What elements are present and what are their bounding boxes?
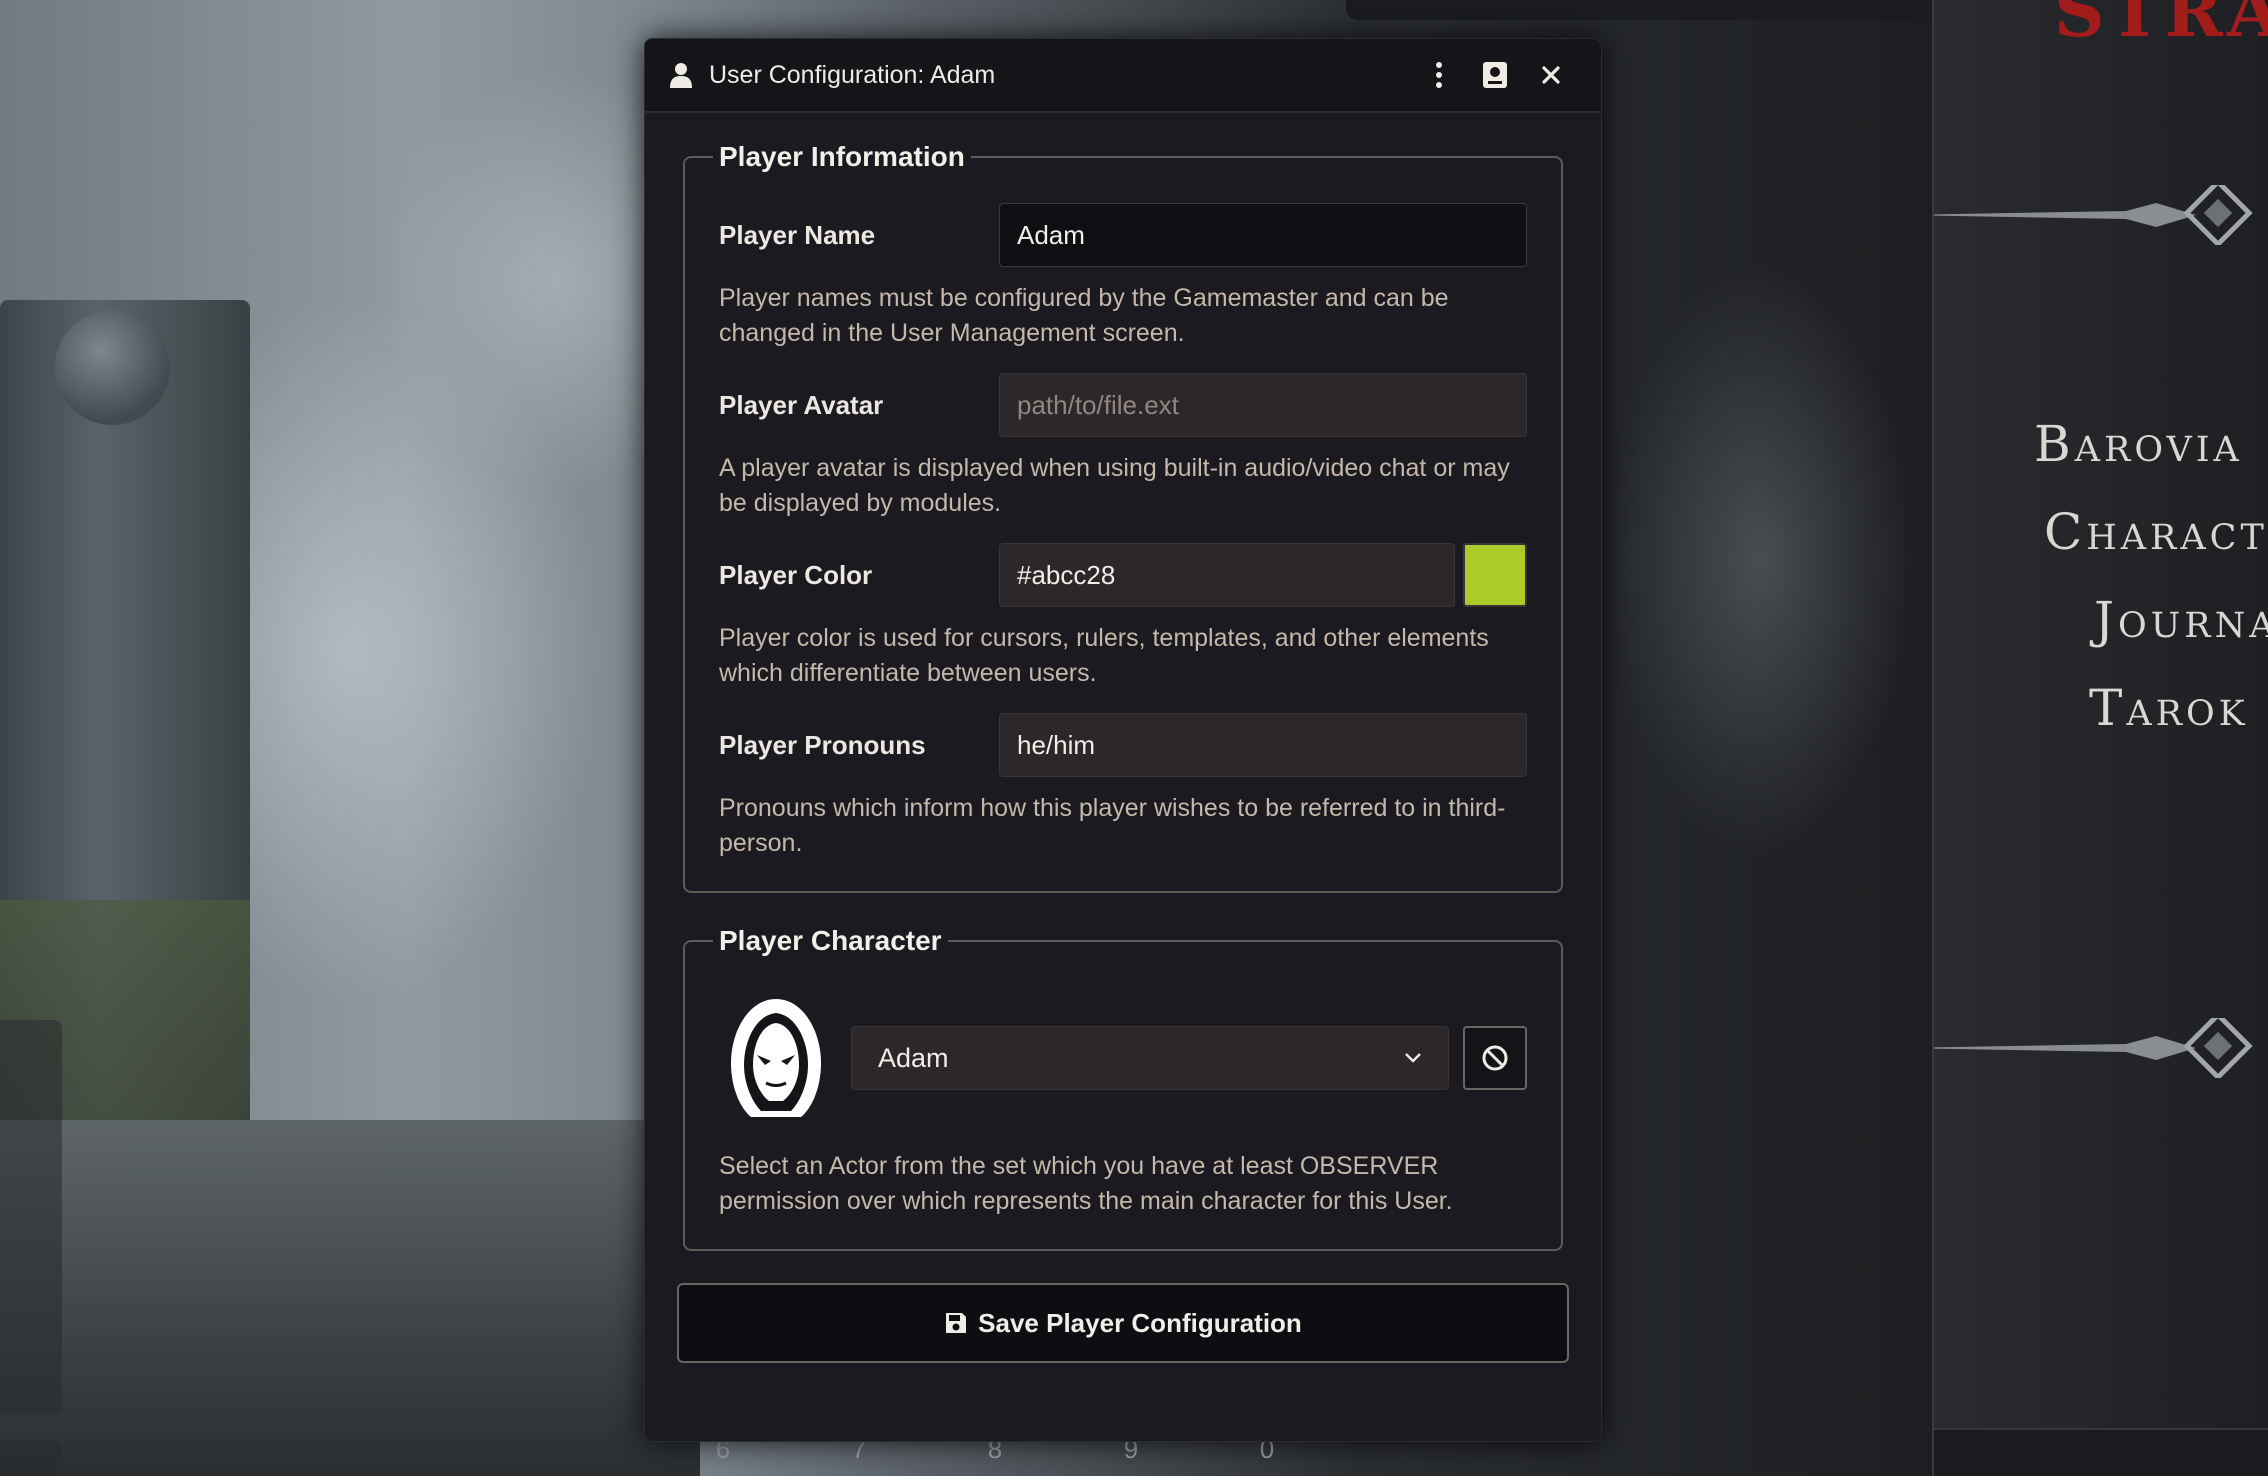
player-pronouns-hint: Pronouns which inform how this player wi…: [719, 794, 1506, 857]
hooded-character-avatar-icon: [731, 999, 821, 1117]
journal-sidebar: STRA Barovia Charact Journa Tarok: [1932, 0, 2268, 1476]
clear-character-button[interactable]: [1463, 1026, 1527, 1090]
sheet-config-icon[interactable]: [1467, 55, 1523, 95]
user-configuration-dialog: User Configuration: Adam Player Informat…: [644, 38, 1602, 1442]
player-character-hint: Select an Actor from the set which you h…: [719, 1152, 1453, 1215]
player-name-hint: Player names must be configured by the G…: [719, 284, 1449, 347]
sidebar-item-journal[interactable]: Journa: [1934, 576, 2268, 664]
player-avatar-input[interactable]: path/to/file.ext: [999, 373, 1527, 437]
player-color-input[interactable]: #abcc28: [999, 543, 1455, 607]
close-icon[interactable]: [1523, 55, 1579, 95]
dialog-title: User Configuration: Adam: [709, 60, 996, 89]
player-character-row: Adam: [719, 993, 1527, 1123]
chevron-down-icon: [1405, 1053, 1421, 1063]
sidebar-item-tarokka[interactable]: Tarok: [1934, 664, 2268, 752]
player-pronouns-label: Player Pronouns: [719, 729, 926, 760]
sidebar-brand-title: STRA: [2054, 0, 2268, 53]
kebab-menu-icon[interactable]: [1411, 55, 1467, 95]
player-name-row: Player Name Adam: [719, 203, 1527, 267]
dialog-body: Player Information Player Name Adam Play…: [645, 113, 1601, 1363]
left-side-panel-lower[interactable]: [0, 1440, 62, 1476]
player-avatar-row: Player Avatar path/to/file.ext: [719, 373, 1527, 437]
player-character-section: Player Character Adam Select an Actor fr…: [683, 925, 1563, 1251]
background-pillar-orb: [55, 310, 170, 425]
dialog-header[interactable]: User Configuration: Adam: [645, 39, 1601, 113]
ornament-divider-bottom: [1934, 1018, 2253, 1078]
player-color-label: Player Color: [719, 559, 873, 590]
top-navigation-bar[interactable]: [1346, 0, 2016, 20]
player-color-row: Player Color #abcc28: [719, 543, 1527, 607]
left-side-panel[interactable]: [0, 1020, 62, 1415]
sidebar-item-characters[interactable]: Charact: [1934, 488, 2268, 576]
ornament-divider-top: [1934, 185, 2253, 245]
player-character-legend: Player Character: [719, 925, 942, 956]
background-statue-area: [1600, 0, 1932, 1476]
save-icon: [946, 1313, 967, 1333]
player-avatar-label: Player Avatar: [719, 389, 884, 420]
ban-icon: [1482, 1045, 1508, 1071]
player-name-input[interactable]: Adam: [999, 203, 1527, 267]
player-character-select[interactable]: Adam: [851, 1026, 1449, 1090]
background-ground: [0, 1120, 700, 1476]
player-information-section: Player Information Player Name Adam Play…: [683, 141, 1563, 893]
player-pronouns-row: Player Pronouns he/him: [719, 713, 1527, 777]
sidebar-item-barovia[interactable]: Barovia: [1934, 400, 2268, 488]
sidebar-footer: [1934, 1428, 2268, 1476]
player-pronouns-input[interactable]: he/him: [999, 713, 1527, 777]
player-character-selected-value: Adam: [878, 1042, 949, 1073]
user-icon: [667, 61, 695, 89]
player-color-hint: Player color is used for cursors, rulers…: [719, 624, 1489, 687]
sidebar-menu: Barovia Charact Journa Tarok: [1934, 400, 2268, 752]
player-information-legend: Player Information: [719, 141, 965, 172]
player-avatar-hint: A player avatar is displayed when using …: [719, 454, 1510, 517]
player-name-label: Player Name: [719, 219, 876, 250]
save-player-configuration-button[interactable]: Save Player Configuration: [677, 1283, 1569, 1363]
player-color-swatch[interactable]: [1463, 543, 1527, 607]
save-button-label: Save Player Configuration: [978, 1307, 1302, 1338]
